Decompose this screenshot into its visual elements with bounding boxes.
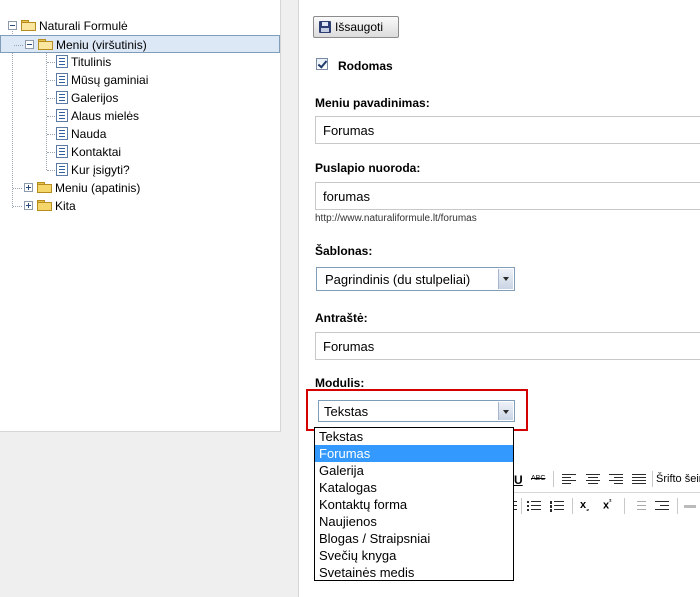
dropdown-option[interactable]: Galerija bbox=[315, 462, 513, 479]
menu-name-label: Meniu pavadinimas: bbox=[315, 96, 430, 110]
align-right-icon[interactable] bbox=[609, 474, 623, 486]
subscript-icon[interactable]: x₂ bbox=[580, 499, 589, 513]
page-link-input[interactable]: forumas bbox=[315, 182, 700, 210]
template-select[interactable]: Pagrindinis (du stulpeliai) bbox=[316, 267, 515, 291]
floppy-disk-icon bbox=[319, 21, 331, 33]
tree-node-label: Kur įsigyti? bbox=[71, 163, 130, 177]
align-justify-icon[interactable] bbox=[632, 474, 646, 486]
expand-icon[interactable] bbox=[24, 201, 33, 210]
template-label: Šablonas: bbox=[315, 244, 373, 258]
dropdown-option[interactable]: Naujienos bbox=[315, 513, 513, 530]
tree-node-label: Titulinis bbox=[71, 55, 112, 69]
folder-open-icon bbox=[38, 39, 53, 50]
indent-icon[interactable] bbox=[655, 501, 669, 513]
menu-name-input[interactable]: Forumas bbox=[315, 116, 700, 144]
tree-node-label: Nauda bbox=[71, 127, 107, 141]
page-icon bbox=[56, 127, 68, 140]
tree-node-page[interactable]: Titulinis bbox=[0, 53, 280, 71]
module-select-value: Tekstas bbox=[324, 404, 369, 419]
outdent-icon[interactable] bbox=[632, 501, 646, 513]
shown-label: Rodomas bbox=[338, 59, 393, 73]
folder-open-icon bbox=[21, 20, 36, 31]
template-select-value: Pagrindinis (du stulpeliai) bbox=[325, 272, 471, 287]
folder-icon bbox=[37, 182, 52, 193]
dropdown-option[interactable]: Svetainės medis bbox=[315, 564, 513, 581]
page-url-preview: http://www.naturaliformule.lt/forumas bbox=[315, 213, 477, 224]
chevron-down-icon[interactable] bbox=[498, 269, 513, 289]
module-label: Modulis: bbox=[315, 376, 365, 390]
shown-checkbox[interactable] bbox=[316, 58, 328, 70]
underline-button[interactable]: U bbox=[514, 473, 523, 487]
tree-node-page[interactable]: Mūsų gaminiai bbox=[0, 71, 280, 89]
tree-node-label: Naturali Formulė bbox=[39, 19, 128, 33]
tree-node-page[interactable]: Kontaktai bbox=[0, 143, 280, 161]
dropdown-option-highlighted[interactable]: Forumas bbox=[315, 445, 513, 462]
dropdown-option[interactable]: Blogas / Straipsniai bbox=[315, 530, 513, 547]
tree-node-label: Meniu (apatinis) bbox=[55, 181, 141, 195]
tree-node-top-menu[interactable]: Meniu (viršutinis) bbox=[0, 35, 280, 53]
tree-node-label: Meniu (viršutinis) bbox=[56, 38, 147, 52]
dropdown-option[interactable]: Svečių knyga bbox=[315, 547, 513, 564]
font-size-select[interactable]: Šrifto šeir bbox=[656, 473, 700, 485]
tree-node-label: Kontaktai bbox=[71, 145, 122, 159]
page-icon bbox=[56, 91, 68, 104]
page-link-label: Puslapio nuoroda: bbox=[315, 161, 421, 175]
page-icon bbox=[56, 163, 68, 176]
tree-node-root[interactable]: Naturali Formulė bbox=[0, 17, 280, 35]
module-select[interactable]: Tekstas bbox=[318, 400, 515, 422]
expand-icon[interactable] bbox=[24, 183, 33, 192]
tree-node-label: Alaus mielės bbox=[71, 109, 140, 123]
align-center-icon[interactable] bbox=[586, 474, 600, 486]
menu-tree-panel: Naturali Formulė Meniu (viršutinis) Titu… bbox=[0, 0, 281, 432]
page-icon bbox=[56, 145, 68, 158]
collapse-icon[interactable] bbox=[25, 40, 34, 49]
tree-node-other[interactable]: Kita bbox=[0, 197, 280, 215]
strikethrough-button[interactable]: ABC bbox=[531, 475, 545, 482]
tree-node-page[interactable]: Alaus mielės bbox=[0, 107, 280, 125]
save-button-label: Išsaugoti bbox=[335, 20, 384, 34]
toolbar-divider bbox=[514, 492, 700, 493]
tree-node-page[interactable]: Galerijos bbox=[0, 89, 280, 107]
dropdown-option[interactable]: Tekstas bbox=[315, 428, 513, 445]
collapse-icon[interactable] bbox=[8, 21, 17, 30]
bullet-list-icon[interactable] bbox=[527, 501, 541, 513]
folder-icon bbox=[37, 200, 52, 211]
tree-node-label: Mūsų gaminiai bbox=[71, 73, 149, 87]
heading-input[interactable]: Forumas bbox=[315, 332, 700, 360]
chevron-down-icon[interactable] bbox=[498, 402, 513, 420]
tree-node-page[interactable]: Nauda bbox=[0, 125, 280, 143]
tree-node-label: Kita bbox=[55, 199, 76, 213]
dropdown-option[interactable]: Kontaktų forma bbox=[315, 496, 513, 513]
tree-node-label: Galerijos bbox=[71, 91, 119, 105]
dropdown-option[interactable]: Katalogas bbox=[315, 479, 513, 496]
align-left-icon[interactable] bbox=[562, 474, 576, 486]
heading-label: Antraštė: bbox=[315, 311, 368, 325]
link-icon[interactable] bbox=[684, 503, 696, 515]
tree-node-page[interactable]: Kur įsigyti? bbox=[0, 161, 280, 179]
module-dropdown-list[interactable]: Tekstas Forumas Galerija Katalogas Konta… bbox=[314, 427, 514, 581]
numbered-list-icon[interactable] bbox=[550, 501, 564, 513]
page-icon bbox=[56, 55, 68, 68]
save-button[interactable]: Išsaugoti bbox=[313, 16, 399, 38]
page-icon bbox=[56, 73, 68, 86]
editor-toolbar: U ABC Šrifto šeir x₂ x² bbox=[514, 466, 700, 522]
tree-node-bottom-menu[interactable]: Meniu (apatinis) bbox=[0, 179, 280, 197]
page-icon bbox=[56, 109, 68, 122]
toolbar-icon-fragment[interactable] bbox=[514, 501, 518, 513]
superscript-icon[interactable]: x² bbox=[603, 499, 611, 512]
